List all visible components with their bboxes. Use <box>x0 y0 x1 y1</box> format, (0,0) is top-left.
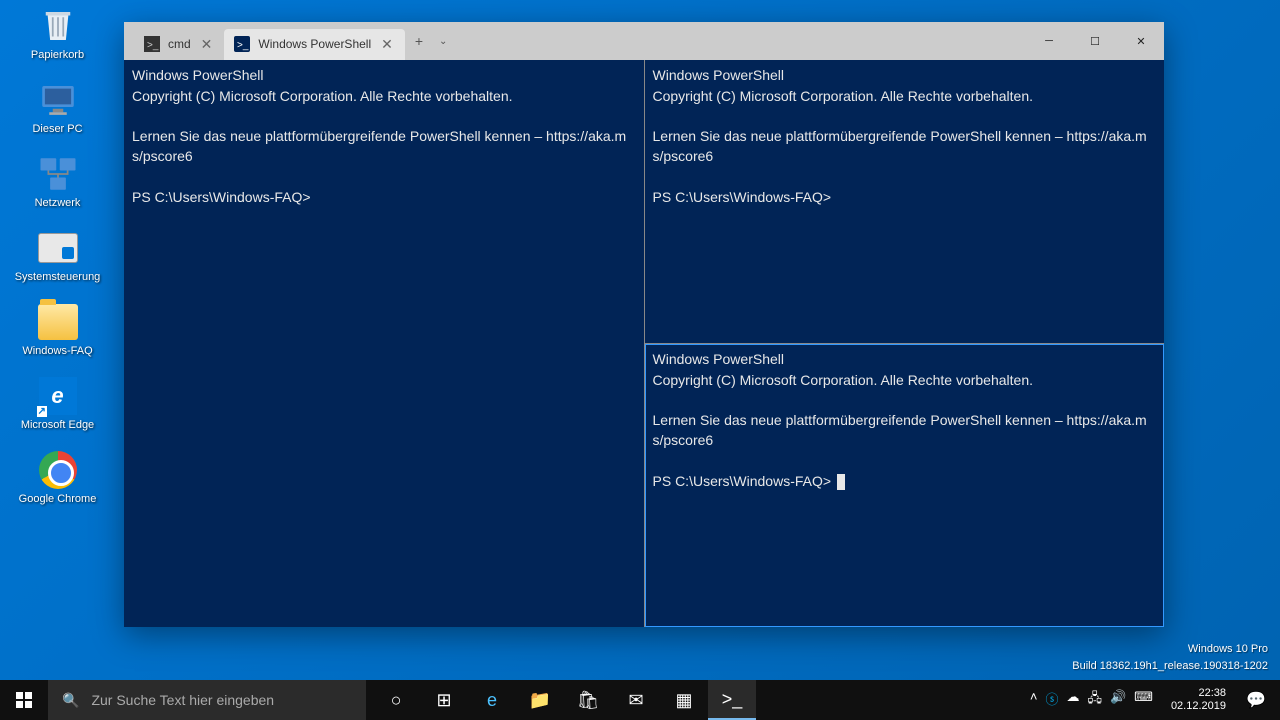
maximize-button[interactable]: ☐ <box>1072 25 1118 57</box>
watermark-edition: Windows 10 Pro <box>1072 641 1268 658</box>
start-button[interactable] <box>0 680 48 720</box>
title-bar[interactable]: >_ cmd ✕ >_ Windows PowerShell ✕ + ⌄ ─ ☐… <box>124 22 1164 60</box>
cursor <box>837 474 845 490</box>
tab-strip: >_ cmd ✕ >_ Windows PowerShell ✕ + ⌄ <box>124 23 453 60</box>
tray-skype-icon[interactable]: ⓢ <box>1045 689 1058 711</box>
window-controls: ─ ☐ ✕ <box>1026 25 1164 57</box>
watermark: Windows 10 Pro Build 18362.19h1_release.… <box>1072 641 1268 674</box>
terminal-pane-top-right[interactable]: Windows PowerShell Copyright (C) Microso… <box>645 60 1165 343</box>
tray-language-icon[interactable]: ⌨ <box>1134 689 1153 711</box>
new-tab-button[interactable]: + <box>405 25 433 57</box>
desktop-icon-label: Google Chrome <box>19 493 97 505</box>
tab-cmd[interactable]: >_ cmd ✕ <box>134 29 224 60</box>
tray-icons: ˄ ⓢ ☁ 🖧 🔊 ⌨ <box>1022 689 1161 711</box>
watermark-build: Build 18362.19h1_release.190318-1202 <box>1072 658 1268 675</box>
close-icon[interactable]: ✕ <box>379 36 395 53</box>
tray-onedrive-icon[interactable]: ☁ <box>1066 689 1079 711</box>
terminal-pane-bottom-right[interactable]: Windows PowerShell Copyright (C) Microso… <box>645 344 1165 627</box>
notification-center-icon[interactable]: 💬 <box>1236 690 1276 710</box>
tab-powershell[interactable]: >_ Windows PowerShell ✕ <box>224 29 404 60</box>
svg-text:>_: >_ <box>237 40 249 51</box>
tray-network-icon[interactable]: 🖧 <box>1087 689 1102 711</box>
close-button[interactable]: ✕ <box>1118 25 1164 57</box>
taskbar-app-icon[interactable]: ▦ <box>660 680 708 720</box>
svg-text:>_: >_ <box>147 40 159 51</box>
search-icon: 🔍 <box>62 692 79 709</box>
desktop-icon-windows-faq[interactable]: Windows-FAQ <box>15 301 100 357</box>
terminal-window: >_ cmd ✕ >_ Windows PowerShell ✕ + ⌄ ─ ☐… <box>124 22 1164 627</box>
cmd-icon: >_ <box>144 36 160 52</box>
cortana-icon[interactable]: ○ <box>372 680 420 720</box>
desktop-icon-this-pc[interactable]: Dieser PC <box>15 79 100 135</box>
desktop-icon-chrome[interactable]: Google Chrome <box>15 449 100 505</box>
search-placeholder: Zur Suche Text hier eingeben <box>91 692 274 708</box>
desktop-icons: Papierkorb Dieser PC Netzwerk Systemsteu… <box>15 5 100 505</box>
close-icon[interactable]: ✕ <box>199 36 215 53</box>
terminal-panes: Windows PowerShell Copyright (C) Microso… <box>124 60 1164 627</box>
taskbar-explorer-icon[interactable]: 📁 <box>516 680 564 720</box>
taskbar-store-icon[interactable]: 🛍 <box>564 680 612 720</box>
desktop-icon-label: Systemsteuerung <box>15 271 101 283</box>
clock-time: 22:38 <box>1171 687 1226 700</box>
desktop-icon-label: Windows-FAQ <box>22 345 92 357</box>
terminal-pane-left[interactable]: Windows PowerShell Copyright (C) Microso… <box>124 60 644 627</box>
desktop-icon-label: Dieser PC <box>32 123 82 135</box>
clock[interactable]: 22:38 02.12.2019 <box>1161 687 1236 713</box>
task-icons: ○ ⊞ e 📁 🛍 ✉ ▦ >_ <box>372 680 756 720</box>
tab-label: cmd <box>168 37 191 51</box>
tab-dropdown-button[interactable]: ⌄ <box>433 28 453 55</box>
tab-label: Windows PowerShell <box>258 37 371 51</box>
system-tray: ˄ ⓢ ☁ 🖧 🔊 ⌨ 22:38 02.12.2019 💬 <box>1022 687 1280 713</box>
taskbar-mail-icon[interactable]: ✉ <box>612 680 660 720</box>
tray-volume-icon[interactable]: 🔊 <box>1110 689 1126 711</box>
desktop-icon-label: Papierkorb <box>31 49 84 61</box>
desktop-icon-edge[interactable]: e Microsoft Edge <box>15 375 100 431</box>
taskbar-edge-icon[interactable]: e <box>468 680 516 720</box>
search-box[interactable]: 🔍 Zur Suche Text hier eingeben <box>48 680 366 720</box>
taskbar: 🔍 Zur Suche Text hier eingeben ○ ⊞ e 📁 🛍… <box>0 680 1280 720</box>
tray-chevron-icon[interactable]: ˄ <box>1030 689 1038 711</box>
clock-date: 02.12.2019 <box>1171 700 1226 713</box>
minimize-button[interactable]: ─ <box>1026 25 1072 57</box>
desktop-icon-label: Microsoft Edge <box>21 419 94 431</box>
desktop-icon-label: Netzwerk <box>35 197 81 209</box>
task-view-icon[interactable]: ⊞ <box>420 680 468 720</box>
desktop-icon-recycle-bin[interactable]: Papierkorb <box>15 5 100 61</box>
powershell-icon: >_ <box>234 36 250 52</box>
desktop-icon-control-panel[interactable]: Systemsteuerung <box>15 227 100 283</box>
taskbar-terminal-icon[interactable]: >_ <box>708 680 756 720</box>
desktop-icon-network[interactable]: Netzwerk <box>15 153 100 209</box>
